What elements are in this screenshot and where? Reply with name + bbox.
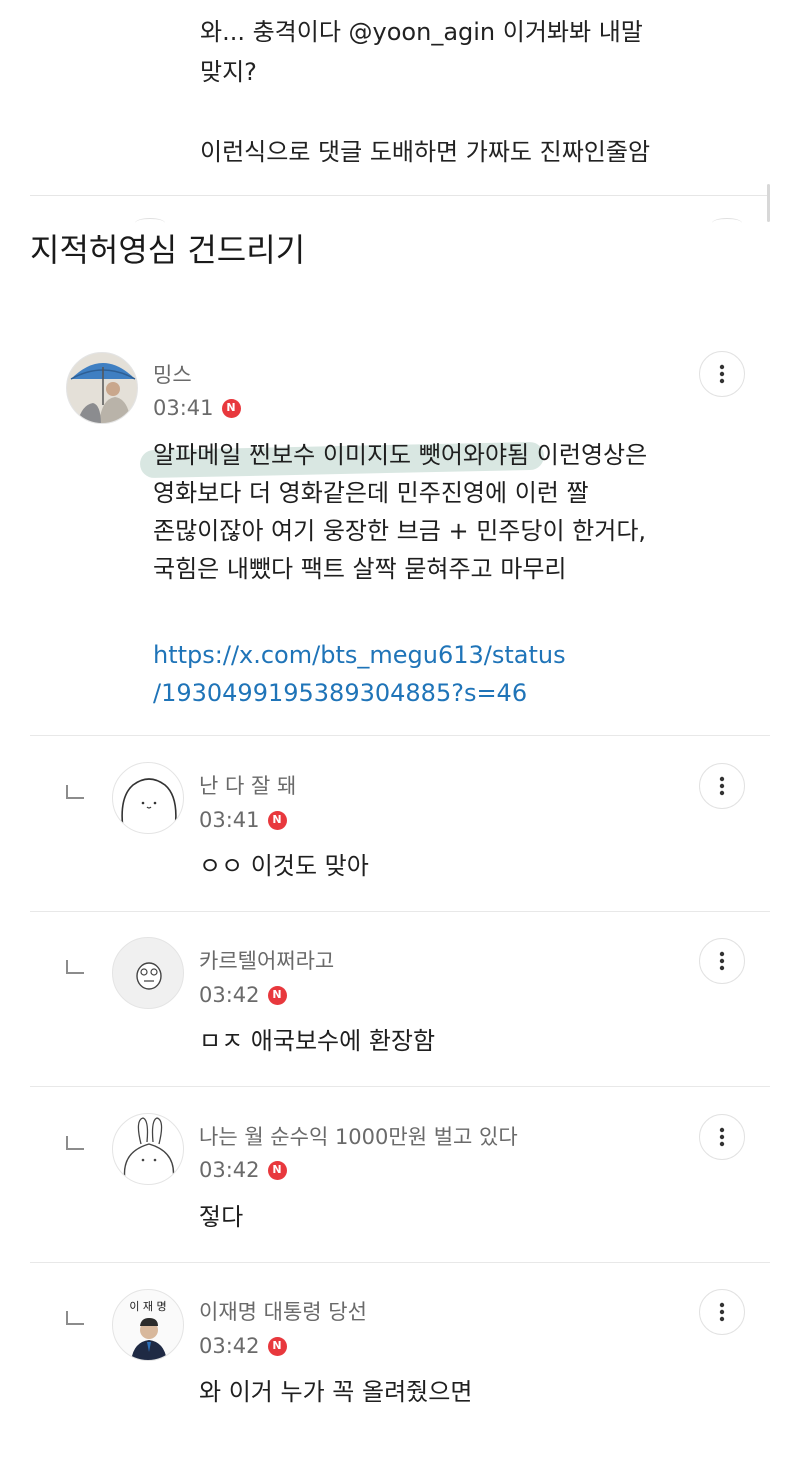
overlay-caption: 지적허영심 건드리기	[30, 231, 306, 269]
previous-reply-line2: 이런식으로 댓글 도배하면 가짜도 진짜인줄암	[200, 138, 651, 166]
partial-more-button	[712, 218, 742, 228]
avatar[interactable]: 이 재 명	[112, 1289, 184, 1361]
character-icon	[136, 962, 162, 990]
reply-arrow-icon	[66, 785, 84, 799]
reply-meta: 03:41 N	[199, 806, 287, 834]
avatar[interactable]	[112, 937, 184, 1009]
new-badge: N	[267, 1336, 287, 1356]
reply-meta: 03:42 N	[199, 981, 287, 1009]
reply-arrow-icon	[66, 1136, 84, 1150]
new-badge: N	[267, 1160, 287, 1180]
comment-meta: 03:41 N	[153, 394, 241, 422]
more-vertical-icon	[719, 1302, 725, 1322]
divider	[30, 1262, 770, 1263]
reply-time: 03:42	[199, 983, 260, 1007]
more-vertical-icon	[719, 951, 725, 971]
avatar[interactable]	[112, 762, 184, 834]
more-options-button[interactable]	[699, 1114, 745, 1160]
more-options-button[interactable]	[699, 938, 745, 984]
new-badge: N	[267, 810, 287, 830]
comment-time: 03:41	[153, 396, 214, 420]
reply-author[interactable]: 나는 월 순수익 1000만원 벌고 있다	[199, 1123, 518, 1151]
reply-arrow-icon	[66, 960, 84, 974]
scrollbar[interactable]	[767, 184, 770, 222]
previous-reply-text: 와... 충격이다 @yoon_agin 이거봐봐 내말 맞지? 이런식으로 댓…	[200, 12, 720, 172]
cute-face-icon	[121, 778, 177, 830]
reply-time: 03:41	[199, 808, 260, 832]
more-vertical-icon	[719, 1127, 725, 1147]
divider	[30, 911, 770, 912]
divider	[30, 195, 770, 196]
reply-meta: 03:42 N	[199, 1156, 287, 1184]
avatar[interactable]	[112, 1113, 184, 1185]
portrait-icon	[131, 1318, 167, 1360]
new-badge: N	[267, 985, 287, 1005]
more-options-button[interactable]	[699, 763, 745, 809]
umbrella-photo-icon	[67, 353, 137, 423]
more-options-button[interactable]	[699, 351, 745, 397]
rabbit-icon	[123, 1117, 175, 1181]
reply-body: ㅇㅇ 이것도 맞아	[199, 852, 369, 880]
reply-body: 와 이거 누가 꼭 올려줬으면	[199, 1378, 473, 1406]
reply-time: 03:42	[199, 1334, 260, 1358]
divider	[30, 735, 770, 736]
avatar[interactable]	[66, 352, 138, 424]
reply-author[interactable]: 이재명 대통령 당선	[199, 1298, 367, 1326]
reply-body: 젛다	[199, 1203, 244, 1231]
more-vertical-icon	[719, 776, 725, 796]
divider	[30, 1086, 770, 1087]
comment-link[interactable]: https://x.com/bts_megu613/status /193049…	[153, 636, 713, 712]
reply-author[interactable]: 난 다 잘 돼	[199, 772, 296, 800]
reply-author[interactable]: 카르텔어쩌라고	[199, 947, 334, 975]
more-options-button[interactable]	[699, 1289, 745, 1335]
previous-reply-line1: 와... 충격이다 @yoon_agin 이거봐봐 내말 맞지?	[200, 18, 643, 86]
comment-author[interactable]: 밍스	[153, 361, 192, 389]
comment-body: 알파메일 찐보수 이미지도 뺏어와야됨 이런영상은 영화보다 더 영화같은데 민…	[153, 441, 648, 583]
reply-meta: 03:42 N	[199, 1332, 287, 1360]
new-badge: N	[221, 398, 241, 418]
reply-time: 03:42	[199, 1158, 260, 1182]
more-vertical-icon	[719, 364, 725, 384]
reply-arrow-icon	[66, 1311, 84, 1325]
reply-body: ㅁㅈ 애국보수에 환장함	[199, 1027, 436, 1055]
